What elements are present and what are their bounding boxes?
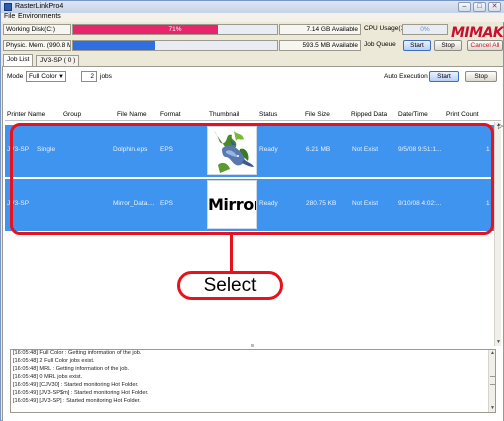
cpu-usage-percent: 0% xyxy=(420,26,430,33)
job-count: 2 xyxy=(81,71,97,82)
maximize-button[interactable]: □ xyxy=(473,2,486,12)
tab-bar: Job List JV3-SP ( 0 ) xyxy=(1,54,504,66)
column-date-time[interactable]: Date/Time xyxy=(398,111,428,118)
menu-file[interactable]: File xyxy=(4,13,15,20)
job-table-header: Printer Name Group File Name Format Thum… xyxy=(5,108,501,121)
working-disk-bar: 71% xyxy=(72,24,278,35)
job-queue-stop-button[interactable]: Stop xyxy=(434,40,462,51)
log-panel: [16:05:48] Full Color : Getting informat… xyxy=(10,349,496,413)
column-thumbnail[interactable]: Thumbnail xyxy=(209,111,239,118)
title-bar: RasterLinkPro4 – □ ✕ xyxy=(1,1,504,13)
column-print-count[interactable]: Print Count xyxy=(446,111,479,118)
job-queue-label: Job Queue xyxy=(364,41,396,48)
cancel-all-button[interactable]: Cancel All xyxy=(467,40,503,51)
working-disk-available: 7.14 GB Available xyxy=(279,24,361,35)
log-line: [16:05:48] 2 Full Color jobs exist. xyxy=(13,358,95,364)
mode-label: Mode xyxy=(7,73,24,80)
log-line: [16:05:48] 0 MRL jobs exist. xyxy=(13,374,83,380)
auto-execution-stop-button[interactable]: Stop xyxy=(465,71,497,82)
scroll-up-icon[interactable]: ▲ xyxy=(489,350,495,357)
log-line: [16:05:49] [CJV30] : Started monitoring … xyxy=(13,382,139,388)
job-table-scrollbar[interactable]: ▲ ▼ xyxy=(494,122,501,346)
column-file-size[interactable]: File Size xyxy=(305,111,330,118)
physic-mem-available: 593.5 MB Available xyxy=(279,40,361,51)
physic-mem-label: Physic. Mem. (990.8 MB) xyxy=(3,40,71,51)
log-line: [16:05:49] [JV3-SP$m] : Started monitori… xyxy=(13,390,149,396)
log-line: [16:05:48] Full Color : Getting informat… xyxy=(13,350,142,356)
scroll-down-icon[interactable]: ▼ xyxy=(495,339,502,346)
app-window: RasterLinkPro4 – □ ✕ File Environments W… xyxy=(0,0,504,421)
callout-connector xyxy=(230,235,233,271)
splitter-handle[interactable] xyxy=(251,344,254,347)
minimize-button[interactable]: – xyxy=(458,2,471,12)
auto-execution-start-button[interactable]: Start xyxy=(429,71,459,82)
scroll-down-icon[interactable]: ▼ xyxy=(489,405,495,412)
job-queue-start-button[interactable]: Start xyxy=(403,40,431,51)
log-line: [16:05:48] MRL : Getting information of … xyxy=(13,366,130,372)
tab-jv3-sp[interactable]: JV3-SP ( 0 ) xyxy=(36,55,80,66)
column-printer-name[interactable]: Printer Name xyxy=(7,111,45,118)
working-disk-percent: 71% xyxy=(168,26,182,33)
cpu-usage-bar: 0% xyxy=(402,24,448,35)
tab-job-list[interactable]: Job List xyxy=(3,54,34,66)
selection-highlight xyxy=(10,123,494,235)
working-disk-row: Working Disk(C:) 71% 7.14 GB Available C… xyxy=(1,23,504,37)
column-group[interactable]: Group xyxy=(63,111,81,118)
physic-mem-bar: 40% xyxy=(72,40,278,51)
scroll-thumb[interactable] xyxy=(490,376,495,385)
physic-mem-percent: 40% xyxy=(168,42,182,49)
mode-row: Mode Full Color ▼ 2 jobs Auto Execution … xyxy=(7,70,501,84)
close-button[interactable]: ✕ xyxy=(488,2,501,12)
working-disk-label: Working Disk(C:) xyxy=(3,24,71,35)
mode-select[interactable]: Full Color ▼ xyxy=(26,71,66,82)
window-title: RasterLinkPro4 xyxy=(15,3,64,10)
cpu-usage-label: CPU Usage(1) xyxy=(364,25,402,32)
select-callout: Select xyxy=(177,271,283,300)
log-scrollbar[interactable]: ▲ ▼ xyxy=(488,350,495,412)
column-ripped-data[interactable]: Ripped Data xyxy=(351,111,387,118)
mode-select-value: Full Color xyxy=(29,73,57,80)
app-icon xyxy=(4,3,12,11)
log-line: [16:05:49] [JV3-SP] : Started monitoring… xyxy=(13,398,141,404)
column-file-name[interactable]: File Name xyxy=(117,111,147,118)
column-status[interactable]: Status xyxy=(259,111,277,118)
chevron-down-icon: ▼ xyxy=(58,74,64,80)
menu-environments[interactable]: Environments xyxy=(18,13,61,20)
row-expand-icon: ▷ xyxy=(498,123,504,130)
column-format[interactable]: Format xyxy=(160,111,181,118)
jobs-label: jobs xyxy=(100,73,112,80)
auto-execution-label: Auto Execution xyxy=(384,73,428,80)
menu-bar: File Environments xyxy=(1,13,504,22)
physic-mem-row: Physic. Mem. (990.8 MB) 40% 593.5 MB Ava… xyxy=(1,39,504,53)
